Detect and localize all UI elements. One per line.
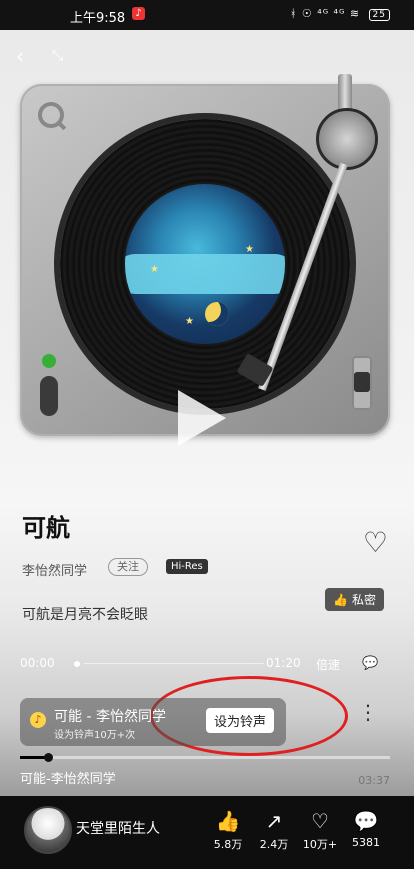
share-button[interactable]: ↗ 2.4万 xyxy=(252,810,296,852)
album-cover: ★ ★ ★ xyxy=(125,184,285,344)
follow-button[interactable]: 关注 xyxy=(108,558,148,576)
progress-track[interactable] xyxy=(84,663,264,664)
app-logo-icon xyxy=(38,102,64,128)
power-led xyxy=(42,354,56,368)
player-screen: 上午9:58 ♪ ᚼ ☉ ⁴ᴳ ⁴ᴳ ≋ 25 ‹ ⤡ ★ ★ ★ 可航 ♡ 李… xyxy=(0,0,414,869)
play-icon[interactable] xyxy=(178,390,226,446)
like-icon: 👍 xyxy=(215,809,241,833)
progress-handle[interactable] xyxy=(74,661,80,667)
mini-time: 03:37 xyxy=(358,774,390,787)
progress-area: 00:00 01:20 倍速 💬 xyxy=(20,656,390,676)
favorite-button[interactable]: ♡ 10万+ xyxy=(298,810,342,852)
like-button[interactable]: 👍 5.8万 xyxy=(206,810,250,852)
pitch-slider xyxy=(352,356,372,410)
mini-song-title: 可能-李怡然同学 xyxy=(20,772,116,787)
back-icon[interactable]: ‹ xyxy=(16,44,24,68)
power-lever xyxy=(40,376,58,416)
notification-icon: ♪ xyxy=(132,7,145,20)
mini-progress-fill xyxy=(20,756,46,759)
ringtone-subtitle: 设为铃声10万+次 xyxy=(54,730,136,741)
quality-badge: Hi-Res xyxy=(166,559,208,574)
comment-icon: 💬 xyxy=(353,809,379,833)
status-bar: 上午9:58 ♪ ᚼ ☉ ⁴ᴳ ⁴ᴳ ≋ 25 xyxy=(0,0,414,30)
speed-button[interactable]: 倍速 xyxy=(316,656,340,673)
status-icons: ᚼ ☉ ⁴ᴳ ⁴ᴳ ≋ 25 xyxy=(290,7,390,21)
comment-count: 5381 xyxy=(352,836,380,849)
share-icon: ↗ xyxy=(265,809,283,833)
power-switch xyxy=(40,354,58,416)
artist-name[interactable]: 李怡然同学 xyxy=(22,560,87,579)
total-time: 01:20 xyxy=(266,656,301,670)
song-title: 可航 xyxy=(22,514,70,542)
battery-icon: 25 xyxy=(368,9,390,21)
ringtone-icon: ♪ xyxy=(30,712,46,728)
avatar[interactable] xyxy=(24,806,72,854)
mini-progress[interactable] xyxy=(20,753,390,762)
current-time: 00:00 xyxy=(20,656,55,670)
cover-cloud xyxy=(125,254,285,294)
tonearm-base xyxy=(316,108,378,170)
lyric-line: 可航是月亮不会眨眼 xyxy=(22,607,148,623)
private-button[interactable]: 👍 私密 xyxy=(325,588,384,611)
collapse-icon[interactable]: ⤡ xyxy=(52,48,63,64)
more-icon[interactable]: ⋮ xyxy=(358,700,378,724)
star-icon: ★ xyxy=(245,244,254,255)
bottom-bar: 天堂里陌生人 👍 5.8万 ↗ 2.4万 ♡ 10万+ 💬 5381 xyxy=(0,796,414,869)
private-label: 私密 xyxy=(351,593,376,607)
ringtone-card: ♪ 可能 - 李怡然同学 设为铃声10万+次 设为铃声 xyxy=(20,698,286,746)
share-count: 2.4万 xyxy=(259,838,289,851)
turntable-artwork: ★ ★ ★ xyxy=(20,74,390,436)
set-ringtone-button[interactable]: 设为铃声 xyxy=(205,708,274,733)
like-count: 5.8万 xyxy=(213,838,243,851)
mini-progress-handle[interactable] xyxy=(44,753,53,762)
comment-button[interactable]: 💬 5381 xyxy=(344,810,388,849)
signal-icons: ᚼ ☉ ⁴ᴳ ⁴ᴳ ≋ xyxy=(289,7,361,20)
favorite-count: 10万+ xyxy=(302,838,338,851)
comment-icon[interactable]: 💬 xyxy=(362,656,378,671)
star-icon: ★ xyxy=(185,316,194,327)
status-time: 上午9:58 xyxy=(70,11,126,26)
heart-icon[interactable]: ♡ xyxy=(363,526,388,559)
star-icon: ★ xyxy=(150,264,159,275)
moon-icon xyxy=(205,302,229,326)
username[interactable]: 天堂里陌生人 xyxy=(76,818,160,838)
pitch-slider-handle xyxy=(354,372,370,392)
favorite-icon: ♡ xyxy=(311,809,329,833)
ringtone-title: 可能 - 李怡然同学 xyxy=(54,709,166,725)
